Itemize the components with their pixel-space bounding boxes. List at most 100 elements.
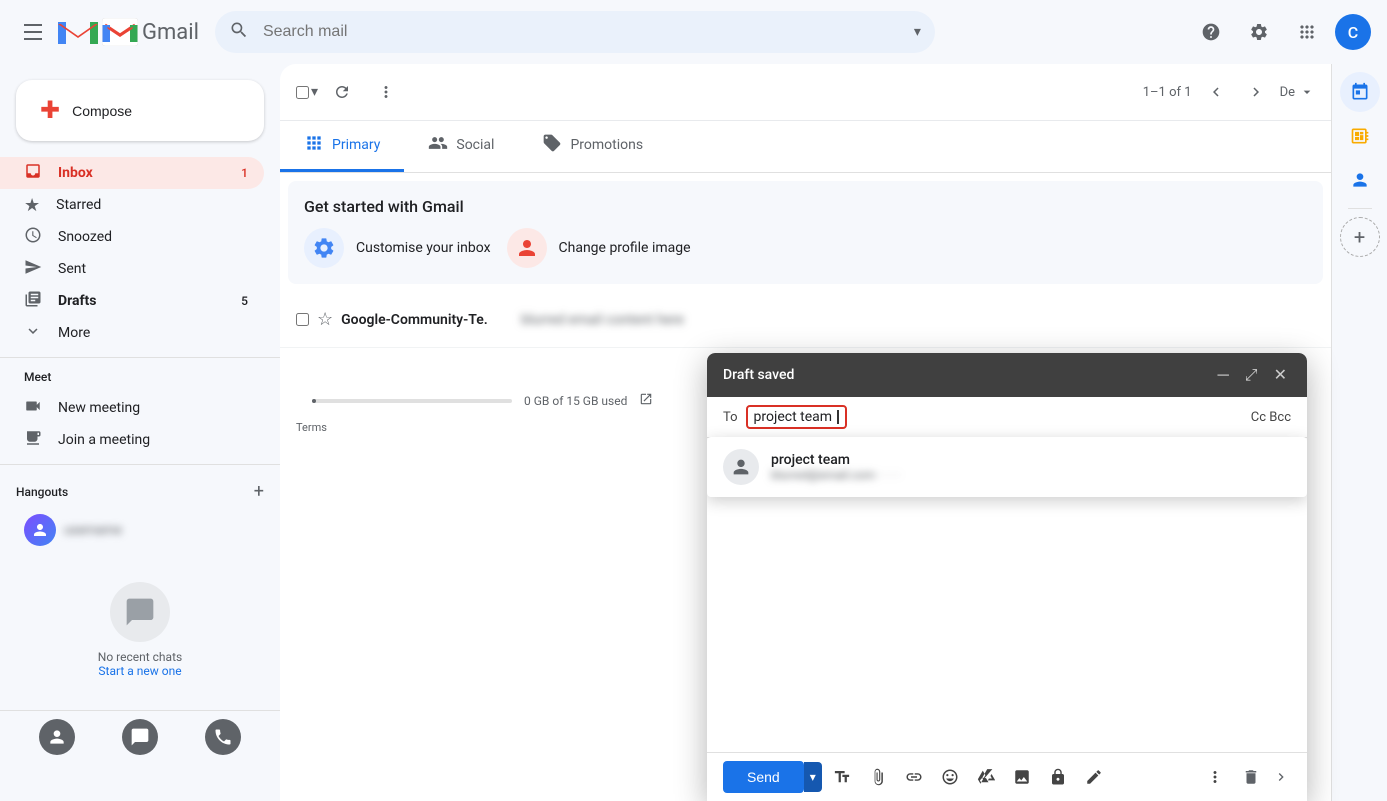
- select-all-checkbox[interactable]: [296, 86, 309, 99]
- compose-emoji-button[interactable]: [934, 761, 966, 793]
- account-dropdown[interactable]: De: [1280, 84, 1315, 100]
- sidebar-people-icon[interactable]: [39, 719, 75, 755]
- compose-link-button[interactable]: [898, 761, 930, 793]
- apps-button[interactable]: [1287, 12, 1327, 52]
- autocomplete-email: blurred@email.com · · · ·: [771, 468, 900, 482]
- right-contacts-icon[interactable]: [1340, 160, 1380, 200]
- sidebar-hangouts-icon[interactable]: [122, 719, 158, 755]
- no-chats-text: No recent chats: [98, 650, 182, 664]
- primary-tab-label: Primary: [332, 137, 380, 153]
- compose-format-button[interactable]: [826, 761, 858, 793]
- autocomplete-avatar: [723, 449, 759, 485]
- storage-progress-fill: [312, 399, 316, 403]
- gmail-text: Gmail: [142, 20, 199, 45]
- sidebar-bottom-actions: [0, 710, 280, 763]
- right-calendar-icon[interactable]: [1340, 72, 1380, 112]
- sidebar-item-sent[interactable]: Sent: [0, 253, 264, 285]
- select-all-area: ▾: [296, 84, 318, 100]
- search-bar: ▾: [215, 11, 935, 53]
- select-dropdown-icon[interactable]: ▾: [311, 84, 318, 100]
- start-new-chat-link[interactable]: Start a new one: [98, 664, 181, 678]
- compose-button[interactable]: ✚ Compose: [16, 80, 264, 141]
- right-add-icon[interactable]: +: [1340, 217, 1380, 257]
- join-meeting-icon: [24, 429, 42, 451]
- more-options-button[interactable]: [366, 72, 406, 112]
- right-divider: [1348, 208, 1372, 209]
- compose-send-dropdown-button[interactable]: ▾: [804, 762, 822, 792]
- compose-delete-button[interactable]: [1235, 761, 1267, 793]
- avatar[interactable]: C: [1335, 14, 1371, 50]
- compose-attach-button[interactable]: [862, 761, 894, 793]
- email-checkbox[interactable]: [296, 313, 309, 326]
- compose-header-title: Draft saved: [723, 367, 1213, 383]
- compose-expand-button[interactable]: ⤢: [1241, 363, 1262, 387]
- tab-primary[interactable]: Primary: [280, 121, 404, 172]
- new-meeting-icon: [24, 397, 42, 419]
- tabs: Primary Social Promotions: [280, 121, 1331, 173]
- next-page-button[interactable]: [1240, 76, 1272, 108]
- email-row[interactable]: ☆ Google-Community-Te. blurred email con…: [280, 292, 1331, 348]
- search-dropdown-icon[interactable]: ▾: [914, 24, 921, 40]
- menu-icon[interactable]: [16, 15, 50, 49]
- compose-photo-button[interactable]: [1006, 761, 1038, 793]
- help-button[interactable]: [1191, 12, 1231, 52]
- refresh-button[interactable]: [322, 72, 362, 112]
- hangouts-label: Hangouts: [16, 485, 68, 499]
- pagination-text: 1–1 of 1: [1143, 85, 1192, 100]
- right-tasks-icon[interactable]: [1340, 116, 1380, 156]
- compose-header[interactable]: Draft saved ─ ⤢ ✕: [707, 353, 1307, 397]
- hangout-avatar: [24, 514, 56, 546]
- compose-send-button[interactable]: Send: [723, 761, 804, 793]
- sidebar-item-snoozed[interactable]: Snoozed: [0, 221, 264, 253]
- sidebar-item-inbox[interactable]: Inbox 1: [0, 157, 264, 189]
- search-input[interactable]: [215, 11, 935, 53]
- compose-label: Compose: [72, 103, 132, 119]
- drafts-count: 5: [241, 294, 248, 308]
- compose-to-input[interactable]: project team: [746, 405, 847, 429]
- compose-minimize-button[interactable]: ─: [1213, 363, 1232, 387]
- compose-signature-button[interactable]: [1078, 761, 1110, 793]
- search-icon: [229, 20, 249, 44]
- tab-promotions[interactable]: Promotions: [518, 121, 667, 172]
- no-chats: No recent chats Start a new one: [0, 558, 280, 702]
- new-meeting-label: New meeting: [58, 400, 140, 416]
- customize-label: Customise your inbox: [356, 240, 491, 256]
- profile-label: Change profile image: [559, 240, 691, 256]
- sidebar-item-new-meeting[interactable]: New meeting: [0, 392, 264, 424]
- compose-content-area[interactable]: [707, 472, 1307, 752]
- compose-to-field: To project team Cc Bcc project team blur…: [707, 397, 1307, 438]
- compose-more-options-button[interactable]: [1199, 761, 1231, 793]
- promotions-tab-icon: [542, 133, 562, 157]
- tab-social[interactable]: Social: [404, 121, 518, 172]
- profile-icon: [507, 228, 547, 268]
- compose-toolbar: Send ▾: [707, 752, 1307, 801]
- sidebar-divider-1: [0, 357, 280, 358]
- email-star-icon[interactable]: ☆: [317, 309, 333, 330]
- compose-window: Draft saved ─ ⤢ ✕ To project team Cc Bcc: [707, 353, 1307, 801]
- sidebar-phone-icon[interactable]: [205, 719, 241, 755]
- right-sidebar: +: [1331, 64, 1387, 801]
- sidebar-item-join-meeting[interactable]: Join a meeting: [0, 424, 264, 456]
- compose-cc-bcc-button[interactable]: Cc Bcc: [1251, 410, 1291, 425]
- compose-drive-button[interactable]: [970, 761, 1002, 793]
- prev-page-button[interactable]: [1200, 76, 1232, 108]
- sidebar-item-more[interactable]: More: [0, 317, 264, 349]
- compose-to-label: To: [723, 410, 738, 425]
- autocomplete-item[interactable]: project team blurred@email.com · · · ·: [707, 437, 1307, 497]
- sidebar-item-starred[interactable]: ★ Starred: [0, 189, 264, 221]
- get-started-item-profile[interactable]: Change profile image: [507, 228, 691, 268]
- hangout-item[interactable]: username: [16, 510, 264, 550]
- no-chats-icon: [110, 582, 170, 642]
- get-started-items: Customise your inbox Change profile imag…: [304, 228, 1307, 268]
- compose-lock-button[interactable]: [1042, 761, 1074, 793]
- compose-expand-arrow[interactable]: [1271, 769, 1291, 785]
- sidebar-item-drafts[interactable]: Drafts 5: [0, 285, 264, 317]
- primary-tab-icon: [304, 133, 324, 157]
- storage-external-link[interactable]: [639, 392, 653, 409]
- hangouts-add-icon[interactable]: +: [254, 481, 264, 502]
- sent-icon: [24, 258, 42, 280]
- starred-icon: ★: [24, 195, 40, 216]
- get-started-item-customize[interactable]: Customise your inbox: [304, 228, 491, 268]
- compose-close-button[interactable]: ✕: [1270, 363, 1291, 387]
- settings-button[interactable]: [1239, 12, 1279, 52]
